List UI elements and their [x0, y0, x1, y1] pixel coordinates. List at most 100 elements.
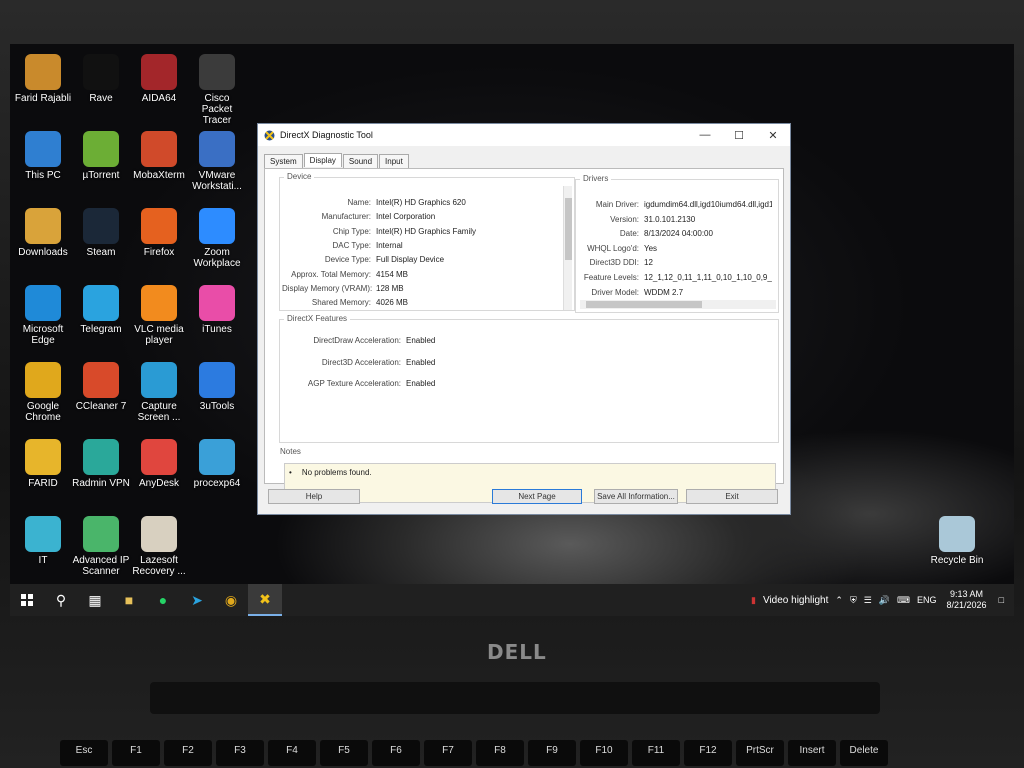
row-key: Chip Type: [332, 226, 371, 236]
drivers-hscrollbar[interactable] [580, 300, 776, 309]
next-page-button[interactable]: Next Page [492, 489, 582, 504]
dxdiag-icon [264, 130, 275, 140]
desktop-icon-16[interactable]: Google Chrome [14, 362, 72, 423]
minimize-icon[interactable]: — [688, 129, 722, 142]
desktop-icon-0[interactable]: Farid Rajabli [14, 54, 72, 104]
clock[interactable]: 9:13 AM 8/21/2026 [947, 589, 987, 611]
desktop-icon-23[interactable]: procexp64 [188, 439, 246, 489]
vmware-icon [199, 131, 235, 167]
desktop-icon-13[interactable]: Telegram [72, 285, 130, 335]
desktop-icon-19[interactable]: 3uTools [188, 362, 246, 412]
desktop-icon-25[interactable]: Advanced IP Scanner [72, 516, 130, 577]
windows-icon [21, 594, 33, 606]
info-row: Driver Model: WDDM 2.7 [578, 288, 683, 297]
folder-icon [25, 516, 61, 552]
key: Delete [840, 740, 888, 766]
firefox-icon [141, 208, 177, 244]
dxdiag-window[interactable]: DirectX Diagnostic Tool — ☐ ✕ System Dis… [257, 123, 791, 515]
security-icon[interactable]: ⛨ [850, 595, 857, 606]
scroll-thumb[interactable] [565, 198, 572, 260]
help-button[interactable]: Help [268, 489, 360, 504]
desktop-icon-5[interactable]: µTorrent [72, 131, 130, 181]
desktop-icon-8[interactable]: Downloads [14, 208, 72, 258]
tab-input[interactable]: Input [379, 154, 409, 168]
note-item: • No problems found. [289, 468, 372, 477]
user-folder-icon [25, 54, 61, 90]
tab-sound[interactable]: Sound [342, 154, 379, 168]
desktop-icon-1[interactable]: Rave [72, 54, 130, 104]
desktop-icon-20[interactable]: FARID [14, 439, 72, 489]
save-all-button[interactable]: Save All Information... [594, 489, 678, 504]
desktop-icon-15[interactable]: iTunes [188, 285, 246, 335]
info-row: Shared Memory: 4026 MB [282, 298, 408, 307]
desktop-icon-11[interactable]: Zoom Workplace [188, 208, 246, 269]
clock-time: 9:13 AM [950, 589, 984, 599]
row-key: DAC Type: [332, 240, 371, 250]
notification-icon[interactable]: □ [999, 595, 1004, 605]
tab-system[interactable]: System [264, 154, 303, 168]
desktop-icon-4[interactable]: This PC [14, 131, 72, 181]
desktop-icon-12[interactable]: Microsoft Edge [14, 285, 72, 346]
chevron-up-icon[interactable]: ⌃ [835, 595, 843, 606]
desktop-icon-17[interactable]: CCleaner 7 [72, 362, 130, 412]
search-icon[interactable]: ⚲ [44, 584, 78, 616]
desktop-icon-22[interactable]: AnyDesk [130, 439, 188, 489]
file-explorer-icon[interactable]: ■ [112, 584, 146, 616]
task-view-icon[interactable]: ▦ [78, 584, 112, 616]
desktop-icon-label: AIDA64 [141, 93, 177, 104]
vlc-icon [141, 285, 177, 321]
features-group: DirectX Features DirectDraw Acceleration… [279, 314, 779, 443]
desktop-icon-label: Zoom Workplace [193, 247, 241, 269]
desktop-icon-21[interactable]: Radmin VPN [72, 439, 130, 489]
info-row: DAC Type: Internal [282, 240, 402, 250]
desktop-icon-label: Lazesoft Recovery ... [132, 555, 186, 577]
language-indicator[interactable]: ENG [917, 595, 937, 605]
lazesoft-icon [141, 516, 177, 552]
dxdiag-taskbar-icon[interactable]: ✖ [248, 584, 282, 616]
maximize-icon[interactable]: ☐ [722, 129, 756, 142]
window-titlebar[interactable]: DirectX Diagnostic Tool — ☐ ✕ [258, 124, 790, 146]
hscroll-thumb[interactable] [586, 301, 702, 308]
tab-display[interactable]: Display [303, 153, 342, 167]
device-scrollbar[interactable] [563, 186, 572, 310]
key: F8 [476, 740, 524, 766]
desktop-icon-2[interactable]: AIDA64 [130, 54, 188, 104]
row-value: igdumdim64.dll,igd10iumd64.dll,igd10i [644, 200, 772, 209]
key: F7 [424, 740, 472, 766]
key: F10 [580, 740, 628, 766]
key: F12 [684, 740, 732, 766]
whatsapp-icon[interactable]: ● [146, 584, 180, 616]
mlb-icon: ▮ [751, 594, 756, 605]
recycle-bin-icon [939, 516, 975, 552]
telegram-icon [83, 285, 119, 321]
desktop-icon-9[interactable]: Steam [72, 208, 130, 258]
desktop-icon-24[interactable]: IT [14, 516, 72, 566]
start-button[interactable] [10, 584, 44, 616]
desktop-icon-label: IT [38, 555, 48, 566]
video-highlight[interactable]: Video highlight [763, 595, 828, 606]
desktop-icon-label: Firefox [143, 247, 175, 258]
desktop-icon-10[interactable]: Firefox [130, 208, 188, 258]
desktop-icon-6[interactable]: MobaXterm [130, 131, 188, 181]
exit-button[interactable]: Exit [686, 489, 778, 504]
network-icon[interactable]: ☰ [864, 595, 872, 606]
chrome-taskbar-icon[interactable]: ◉ [214, 584, 248, 616]
desktop-icon-label: iTunes [202, 324, 232, 335]
telegram-taskbar-icon[interactable]: ➤ [180, 584, 214, 616]
steam-icon [83, 208, 119, 244]
row-key: AGP Texture Acceleration: [307, 379, 401, 388]
keyboard-icon[interactable]: ⌨ [897, 595, 910, 606]
desktop-icon-label: CCleaner 7 [75, 401, 127, 412]
info-row: Main Driver: igdumdim64.dll,igd10iumd64.d… [578, 200, 772, 209]
desktop-icon-18[interactable]: Capture Screen ... [130, 362, 188, 423]
desktop-icon-26[interactable]: Lazesoft Recovery ... [130, 516, 188, 577]
info-row: Chip Type: Intel(R) HD Graphics Family [282, 227, 476, 236]
computer-icon [25, 131, 61, 167]
close-icon[interactable]: ✕ [756, 129, 790, 142]
desktop-icon-27[interactable]: Recycle Bin [928, 516, 986, 566]
desktop-icon-label: VLC media player [134, 324, 184, 346]
desktop-icon-3[interactable]: Cisco Packet Tracer [188, 54, 246, 126]
desktop-icon-14[interactable]: VLC media player [130, 285, 188, 346]
volume-icon[interactable]: 🔊 [879, 595, 890, 606]
desktop-icon-7[interactable]: VMware Workstati... [188, 131, 246, 192]
